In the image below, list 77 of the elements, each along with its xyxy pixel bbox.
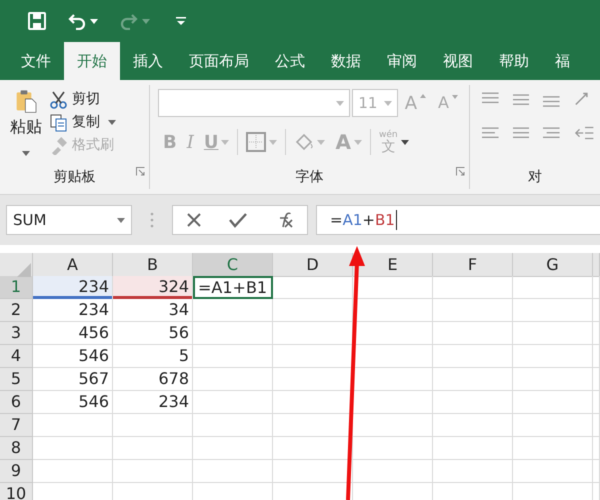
formula-field[interactable]: =A1+B1 xyxy=(316,205,600,235)
scissors-icon xyxy=(50,90,68,108)
caret-icon xyxy=(317,140,326,144)
caret-icon xyxy=(90,18,98,24)
caret-icon xyxy=(117,218,125,222)
save-icon xyxy=(28,12,46,30)
column-header[interactable]: D xyxy=(273,253,353,277)
table-cell: 56 xyxy=(113,322,193,345)
close-icon xyxy=(186,212,202,228)
ribbon-tab[interactable]: 页面布局 xyxy=(176,42,262,80)
row-header[interactable]: 3 xyxy=(0,322,33,345)
group-label: 对 xyxy=(527,168,543,187)
column-header[interactable]: A xyxy=(33,253,113,277)
row-header[interactable]: 1 xyxy=(0,276,33,299)
caret-icon xyxy=(22,151,30,156)
brush-icon xyxy=(50,136,68,154)
table-cell: 567 xyxy=(33,368,113,391)
caret-icon xyxy=(336,100,344,106)
undo-icon xyxy=(68,12,86,30)
grip-icon xyxy=(150,211,154,229)
paste-button[interactable]: 粘贴 xyxy=(6,89,46,165)
row-header[interactable]: 7 xyxy=(0,414,33,437)
caret-icon xyxy=(384,100,392,106)
row-header[interactable]: 2 xyxy=(0,299,33,322)
copy-icon xyxy=(50,114,68,132)
column-header[interactable]: B xyxy=(113,253,193,277)
caret-icon xyxy=(221,140,230,144)
ribbon-tab[interactable]: 插入 xyxy=(120,42,176,80)
font-name-field[interactable] xyxy=(158,89,350,117)
caret-up-icon xyxy=(420,94,426,98)
name-box[interactable]: SUM xyxy=(6,205,132,235)
table-cell: 234 xyxy=(33,276,113,299)
paint-bucket-icon xyxy=(294,132,314,152)
column-header[interactable]: E xyxy=(353,253,433,277)
dialog-launcher-icon xyxy=(136,167,145,176)
row-header[interactable]: 9 xyxy=(0,460,33,483)
column-header[interactable]: C xyxy=(193,253,273,277)
caret-icon xyxy=(142,18,150,24)
table-cell: 5 xyxy=(113,345,193,368)
ribbon-tab[interactable]: 公式 xyxy=(262,42,318,80)
group-label: 剪贴板 xyxy=(52,168,96,187)
text-cursor xyxy=(396,210,397,230)
ribbon-tab[interactable]: 文件 xyxy=(8,42,64,80)
ribbon-tab[interactable]: 审阅 xyxy=(374,42,430,80)
group-label: 字体 xyxy=(294,168,324,187)
row-header[interactable]: 4 xyxy=(0,345,33,368)
table-cell: 546 xyxy=(33,345,113,368)
caret-icon xyxy=(269,140,278,144)
ribbon-tab[interactable]: 帮助 xyxy=(486,42,542,80)
table-cell: 678 xyxy=(113,368,193,391)
corner-triangle-icon xyxy=(17,262,31,277)
table-cell: 34 xyxy=(113,299,193,322)
column-header[interactable]: F xyxy=(433,253,513,277)
ribbon-tab[interactable]: 福 xyxy=(542,42,583,80)
active-cell[interactable]: =A1+B1 xyxy=(193,276,273,299)
row-header[interactable]: 5 xyxy=(0,368,33,391)
ribbon-tab[interactable]: 视图 xyxy=(430,42,486,80)
caret-icon xyxy=(452,95,458,99)
redo-icon xyxy=(120,12,138,30)
row-header[interactable]: 6 xyxy=(0,391,33,414)
copy-button[interactable]: 复制 xyxy=(46,112,120,133)
row-header[interactable]: 8 xyxy=(0,437,33,460)
dialog-launcher-icon xyxy=(456,167,465,176)
caret-icon xyxy=(354,140,362,144)
ribbon-tab[interactable]: 开始 xyxy=(64,42,120,80)
table-cell: 324 xyxy=(113,276,193,299)
table-cell: 234 xyxy=(113,391,193,414)
ribbon-tab[interactable]: 数据 xyxy=(318,42,374,80)
grid-icon xyxy=(246,132,266,152)
column-header[interactable]: G xyxy=(513,253,593,277)
check-icon xyxy=(228,212,247,228)
cut-button[interactable]: 剪切 xyxy=(46,89,120,110)
table-cell: 456 xyxy=(33,322,113,345)
table-cell: 234 xyxy=(33,299,113,322)
table-cell: 546 xyxy=(33,391,113,414)
caret-icon xyxy=(400,140,409,144)
row-header[interactable]: 10 xyxy=(0,483,33,500)
